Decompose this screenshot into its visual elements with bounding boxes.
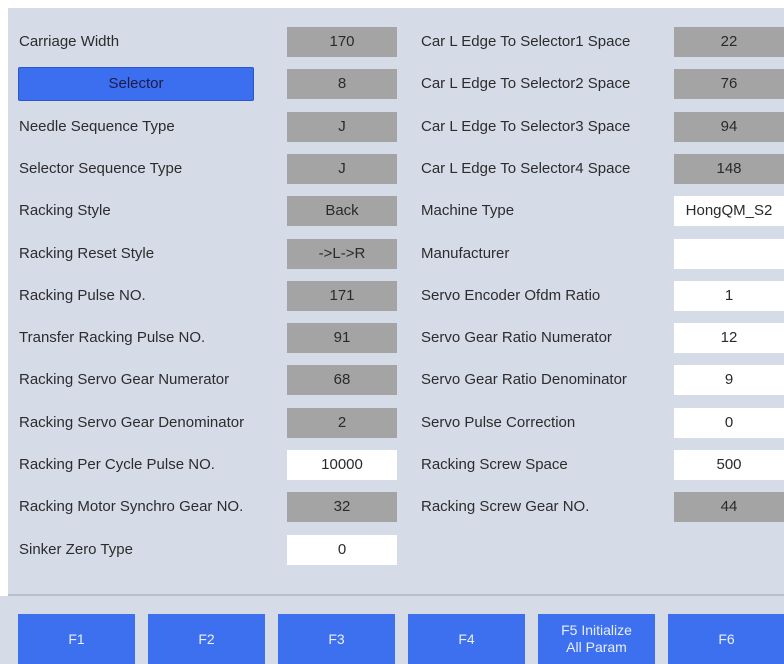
servo-pulse-correction-label: Servo Pulse Correction <box>421 413 576 431</box>
racking-screw-space-field[interactable]: 500 <box>674 450 784 480</box>
servo-gear-ratio-denominator-label: Servo Gear Ratio Denominator <box>421 371 627 389</box>
transfer-racking-pulse-no-field: 91 <box>287 323 397 354</box>
transfer-racking-pulse-no-label: Transfer Racking Pulse NO. <box>19 329 206 347</box>
function-key-line2: All Param <box>566 639 627 655</box>
needle-sequence-type-field: J <box>287 111 397 142</box>
function-key-f6[interactable]: F6 <box>668 614 784 664</box>
servo-encoder-ofdm-ratio-label: Servo Encoder Ofdm Ratio <box>421 286 601 304</box>
racking-pulse-no-label: Racking Pulse NO. <box>19 286 146 304</box>
racking-servo-gear-denominator-field: 2 <box>287 407 397 438</box>
function-key-f4[interactable]: F4 <box>408 614 525 664</box>
racking-per-cycle-pulse-no-field[interactable]: 10000 <box>287 450 397 480</box>
racking-per-cycle-pulse-no-label: Racking Per Cycle Pulse NO. <box>19 456 215 473</box>
servo-encoder-ofdm-ratio-field[interactable]: 1 <box>674 280 784 311</box>
function-key-bar: F1 F2 F3 F4 F5 Initialize All Param F6 <box>0 596 784 664</box>
function-key-line1: F4 <box>458 630 475 647</box>
racking-servo-gear-denominator-label: Racking Servo Gear Denominator <box>19 413 245 431</box>
function-key-line1: F1 <box>68 630 85 647</box>
racking-servo-gear-numerator-field: 68 <box>287 365 397 396</box>
parameter-panel: Carriage Width 170 Selector 8 Needle Sequenc… <box>8 8 784 596</box>
car-l-edge-to-selector2-space-field: 76 <box>674 69 784 100</box>
selector-sequence-type-label: Selector Sequence Type <box>19 159 183 177</box>
racking-screw-gear-no-label: Racking Screw Gear NO. <box>421 498 590 516</box>
manufacturer-field[interactable] <box>674 238 784 269</box>
racking-pulse-no-field: 171 <box>287 280 397 311</box>
racking-screw-space-label: Racking Screw Space <box>421 456 568 473</box>
racking-motor-synchro-gear-no-field: 32 <box>287 492 397 523</box>
function-key-f3[interactable]: F3 <box>278 614 395 664</box>
servo-gear-ratio-numerator-label: Servo Gear Ratio Numerator <box>421 329 612 347</box>
function-key-label: F4 <box>458 631 474 648</box>
function-key-label: F5 Initialize All Param <box>561 622 632 656</box>
selector-sequence-type-field: J <box>287 153 397 184</box>
machine-type-label: Machine Type <box>421 202 515 220</box>
function-key-f2[interactable]: F2 <box>148 614 265 664</box>
car-l-edge-to-selector1-space-field: 22 <box>674 27 784 57</box>
manufacturer-label: Manufacturer <box>421 244 510 262</box>
car-l-edge-to-selector4-space-field: 148 <box>674 153 784 184</box>
function-key-line1: F6 <box>718 630 735 647</box>
racking-motor-synchro-gear-no-label: Racking Motor Synchro Gear NO. <box>19 498 244 516</box>
function-key-f5[interactable]: F5 Initialize All Param <box>538 614 655 664</box>
function-key-line1: F2 <box>198 630 215 647</box>
racking-reset-style-field: ->L->R <box>287 238 397 269</box>
function-key-label: F1 <box>68 631 84 648</box>
servo-gear-ratio-numerator-field[interactable]: 12 <box>674 323 784 354</box>
car-l-edge-to-selector3-space-field: 94 <box>674 111 784 142</box>
carriage-width-label: Carriage Width <box>19 33 120 50</box>
function-key-label: F2 <box>198 631 214 648</box>
function-key-line1: F5 Initialize <box>561 622 632 638</box>
car-l-edge-to-selector2-space-label: Car L Edge To Selector2 Space <box>421 75 631 93</box>
sinker-zero-type-field[interactable]: 0 <box>287 534 397 565</box>
racking-style-label: Racking Style <box>19 202 111 220</box>
function-key-f1[interactable]: F1 <box>18 614 135 664</box>
carriage-width-field: 170 <box>287 27 397 57</box>
function-key-label: F6 <box>718 631 734 648</box>
servo-gear-ratio-denominator-field[interactable]: 9 <box>674 365 784 396</box>
racking-screw-gear-no-field: 44 <box>674 492 784 523</box>
racking-style-field: Back <box>287 196 397 227</box>
racking-reset-style-label: Racking Reset Style <box>19 244 155 262</box>
servo-pulse-correction-field[interactable]: 0 <box>674 407 784 438</box>
function-key-label: F3 <box>328 631 344 648</box>
racking-servo-gear-numerator-label: Racking Servo Gear Numerator <box>19 371 230 389</box>
machine-type-field[interactable]: HongQM_S2 <box>674 196 784 227</box>
selector-button[interactable]: Selector <box>18 67 254 102</box>
car-l-edge-to-selector4-space-label: Car L Edge To Selector4 Space <box>421 159 631 177</box>
selector-field: 8 <box>287 69 397 100</box>
sinker-zero-type-label: Sinker Zero Type <box>19 540 133 558</box>
car-l-edge-to-selector1-space-label: Car L Edge To Selector1 Space <box>421 33 631 50</box>
needle-sequence-type-label: Needle Sequence Type <box>19 117 175 135</box>
car-l-edge-to-selector3-space-label: Car L Edge To Selector3 Space <box>421 117 631 135</box>
function-key-line1: F3 <box>328 630 345 647</box>
